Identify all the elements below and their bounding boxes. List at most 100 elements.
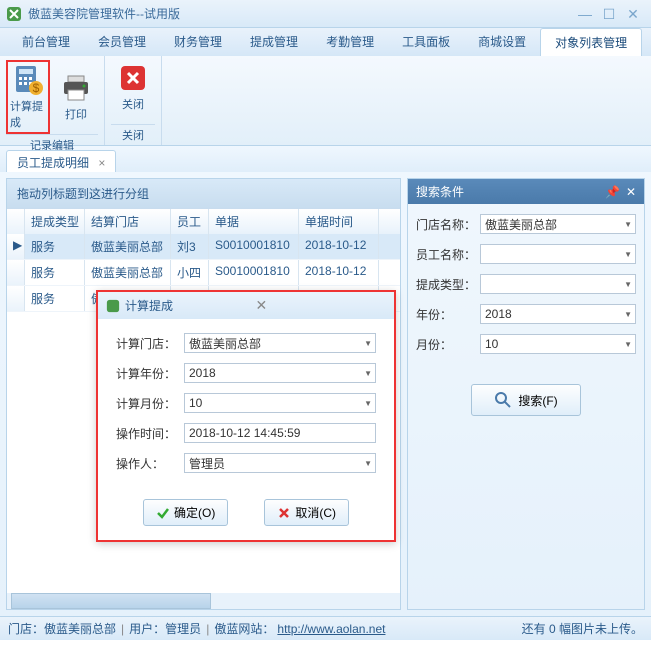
group-by-hint[interactable]: 拖动列标题到这进行分组 — [7, 179, 400, 208]
dlg-year-select[interactable]: 2018▼ — [184, 363, 376, 383]
search-icon — [494, 391, 512, 409]
menu-7[interactable]: 对象列表管理 — [540, 28, 642, 56]
search-button-label: 搜索(F) — [518, 392, 557, 409]
dlg-user-label: 操作人： — [116, 455, 184, 472]
search-panel: 搜索条件 📌 ✕ 门店名称：傲蓝美丽总部▼ 员工名称： ▼ 提成类型： ▼ 年份：2… — [407, 178, 645, 610]
app-title: 傲蓝美容院管理软件--试用版 — [28, 5, 573, 22]
pin-icon[interactable]: 📌 — [605, 185, 620, 199]
ribbon-group-close: 关闭 关闭 — [105, 56, 162, 145]
dlg-user-select[interactable]: 管理员▼ — [184, 453, 376, 473]
dlg-month-label: 计算月份： — [116, 395, 184, 412]
search-panel-title: 搜索条件 📌 ✕ — [408, 179, 644, 204]
month-label: 月份： — [416, 336, 480, 353]
printer-icon — [60, 72, 92, 104]
ribbon-group-close-label: 关闭 — [111, 124, 155, 145]
dialog-title-text: 计算提成 — [125, 297, 256, 314]
year-label: 年份： — [416, 306, 480, 323]
chevron-down-icon: ▼ — [364, 459, 372, 468]
col-type[interactable]: 提成类型 — [25, 209, 85, 234]
search-title-text: 搜索条件 — [416, 183, 599, 200]
calc-commission-label: 计算提成 — [10, 98, 46, 130]
menu-4[interactable]: 考勤管理 — [312, 28, 388, 56]
titlebar: 傲蓝美容院管理软件--试用版 — ☐ ✕ — [0, 0, 651, 28]
calc-commission-button[interactable]: $ 计算提成 — [6, 60, 50, 134]
dialog-titlebar[interactable]: 计算提成 ✕ — [98, 292, 394, 319]
calculator-icon: $ — [12, 64, 44, 96]
type-label: 提成类型： — [416, 276, 480, 293]
status-user: 管理员 — [165, 620, 201, 637]
status-store: 傲蓝美丽总部 — [44, 620, 116, 637]
status-user-label: 用户： — [129, 620, 165, 637]
ok-label: 确定(O) — [174, 504, 215, 521]
chevron-down-icon: ▼ — [364, 369, 372, 378]
month-select[interactable]: 10▼ — [480, 334, 636, 354]
dlg-time-field[interactable]: 2018-10-12 14:45:59 — [184, 423, 376, 443]
print-button[interactable]: 打印 — [54, 60, 98, 134]
x-icon — [277, 506, 291, 520]
staff-label: 员工名称： — [416, 246, 480, 263]
store-select[interactable]: 傲蓝美丽总部▼ — [480, 214, 636, 234]
tab-commission-detail[interactable]: 员工提成明细 × — [6, 150, 116, 174]
dlg-month-select[interactable]: 10▼ — [184, 393, 376, 413]
chevron-down-icon: ▼ — [624, 250, 632, 259]
menu-1[interactable]: 会员管理 — [84, 28, 160, 56]
dlg-store-select[interactable]: 傲蓝美丽总部▼ — [184, 333, 376, 353]
menu-5[interactable]: 工具面板 — [388, 28, 464, 56]
tab-close-icon[interactable]: × — [98, 156, 105, 170]
svg-text:$: $ — [33, 81, 40, 95]
content-area: 拖动列标题到这进行分组 提成类型 结算门店 员工 单据 单据时间 ▶服务傲蓝美丽… — [0, 172, 651, 616]
close-tab-button[interactable]: 关闭 — [111, 60, 155, 114]
app-icon — [6, 6, 22, 22]
check-icon — [156, 506, 170, 520]
col-bill[interactable]: 单据 — [209, 209, 299, 234]
menu-3[interactable]: 提成管理 — [236, 28, 312, 56]
ribbon: $ 计算提成 打印 记录编辑 关闭 关闭 — [0, 56, 651, 146]
close-window-button[interactable]: ✕ — [621, 5, 645, 23]
dialog-icon — [106, 299, 120, 313]
dlg-time-label: 操作时间： — [116, 425, 184, 442]
dlg-year-label: 计算年份： — [116, 365, 184, 382]
status-site-link[interactable]: http://www.aolan.net — [277, 622, 385, 636]
status-store-label: 门店： — [8, 620, 44, 637]
grid-header: 提成类型 结算门店 员工 单据 单据时间 — [7, 208, 400, 234]
close-panel-icon[interactable]: ✕ — [626, 185, 636, 199]
staff-select[interactable]: ▼ — [480, 244, 636, 264]
col-staff[interactable]: 员工 — [171, 209, 209, 234]
store-label: 门店名称： — [416, 216, 480, 233]
type-select[interactable]: ▼ — [480, 274, 636, 294]
statusbar: 门店： 傲蓝美丽总部 | 用户： 管理员 | 傲蓝网站： http://www.… — [0, 616, 651, 640]
table-row[interactable]: 服务傲蓝美丽总部小四S00100018102018-10-12 — [7, 260, 400, 286]
menubar: 前台管理会员管理财务管理提成管理考勤管理工具面板商城设置对象列表管理 — [0, 28, 651, 56]
ok-button[interactable]: 确定(O) — [143, 499, 228, 526]
close-icon — [117, 62, 149, 94]
cancel-label: 取消(C) — [295, 504, 336, 521]
menu-2[interactable]: 财务管理 — [160, 28, 236, 56]
maximize-button[interactable]: ☐ — [597, 5, 621, 23]
horizontal-scrollbar[interactable] — [7, 593, 400, 609]
chevron-down-icon: ▼ — [624, 340, 632, 349]
chevron-down-icon: ▼ — [364, 399, 372, 408]
dialog-close-icon[interactable]: ✕ — [256, 297, 387, 314]
dlg-store-label: 计算门店： — [116, 335, 184, 352]
calc-commission-dialog: 计算提成 ✕ 计算门店：傲蓝美丽总部▼ 计算年份：2018▼ 计算月份：10▼ … — [96, 290, 396, 542]
close-label: 关闭 — [122, 96, 144, 112]
tabstrip: 员工提成明细 × — [0, 146, 651, 172]
chevron-down-icon: ▼ — [364, 339, 372, 348]
search-button[interactable]: 搜索(F) — [471, 384, 580, 416]
col-time[interactable]: 单据时间 — [299, 209, 379, 234]
status-upload-info: 还有 0 幅图片未上传。 — [522, 620, 643, 637]
chevron-down-icon: ▼ — [624, 310, 632, 319]
chevron-down-icon: ▼ — [624, 220, 632, 229]
menu-6[interactable]: 商城设置 — [464, 28, 540, 56]
cancel-button[interactable]: 取消(C) — [264, 499, 349, 526]
year-select[interactable]: 2018▼ — [480, 304, 636, 324]
status-site-label: 傲蓝网站： — [214, 620, 274, 637]
col-store[interactable]: 结算门店 — [85, 209, 171, 234]
minimize-button[interactable]: — — [573, 5, 597, 23]
ribbon-group-edit: $ 计算提成 打印 记录编辑 — [0, 56, 105, 145]
chevron-down-icon: ▼ — [624, 280, 632, 289]
print-label: 打印 — [65, 106, 87, 122]
table-row[interactable]: ▶服务傲蓝美丽总部刘3S00100018102018-10-12 — [7, 234, 400, 260]
menu-0[interactable]: 前台管理 — [8, 28, 84, 56]
tab-label: 员工提成明细 — [17, 156, 89, 170]
